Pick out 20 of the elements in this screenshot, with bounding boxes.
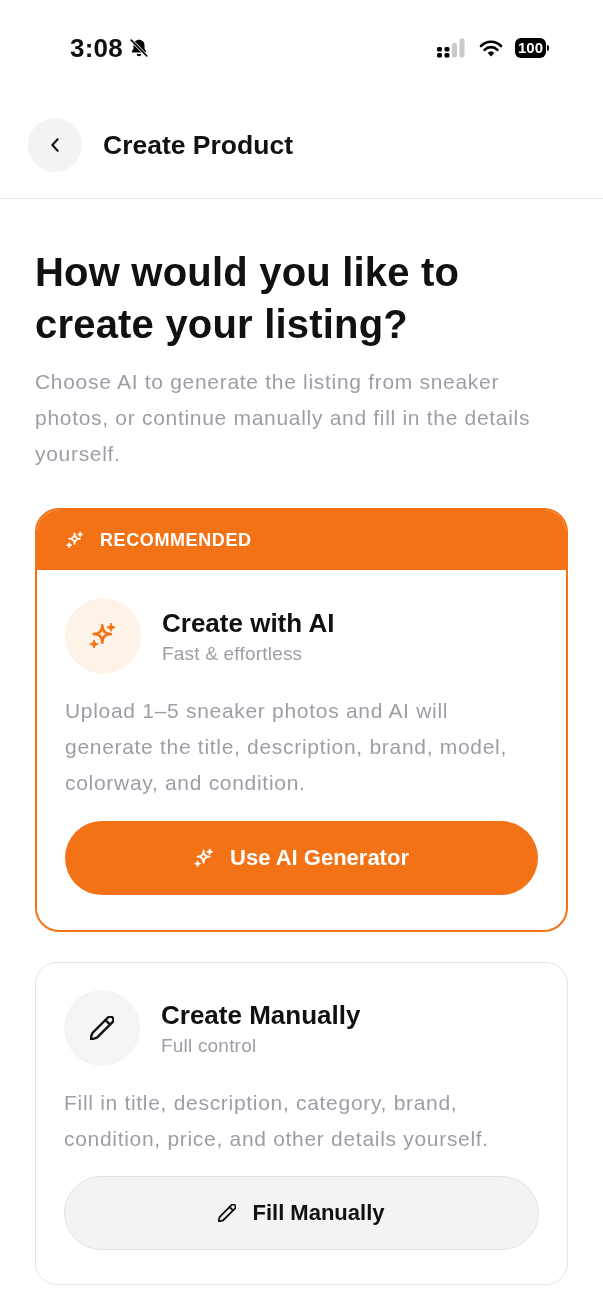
signal-icon	[436, 38, 467, 58]
option-description: Upload 1–5 sneaker photos and AI will generate the title, description, brand, model, colorway, and condition.	[65, 698, 508, 796]
option-subtitle: Fast & effortless	[162, 642, 304, 665]
status-time: 3:08	[70, 32, 123, 64]
battery-indicator: 100	[514, 38, 549, 58]
pencil-icon	[218, 1204, 237, 1222]
sparkle-icon	[194, 848, 215, 868]
intro-description: Choose AI to generate the listing from sneaker photos, or continue manually and fill in the details yourself.	[35, 369, 532, 467]
badge-label: RECOMMENDED	[100, 529, 252, 551]
option-title: Create Manually	[161, 999, 361, 1030]
wifi-icon	[478, 39, 503, 57]
sparkle-icon	[66, 531, 84, 549]
page-title: Create Product	[103, 129, 293, 161]
fill-manually-button[interactable]: Fill Manually	[64, 1176, 539, 1250]
option-description: Fill in title, description, category, brand, condition, price, and other details yourself.	[64, 1090, 490, 1152]
page-heading: How would you like to create your listing?	[35, 249, 461, 348]
chevron-left-icon	[48, 138, 62, 152]
option-subtitle: Full control	[161, 1034, 258, 1057]
option-title: Create with AI	[162, 607, 335, 638]
muted-bell-icon	[127, 37, 150, 59]
